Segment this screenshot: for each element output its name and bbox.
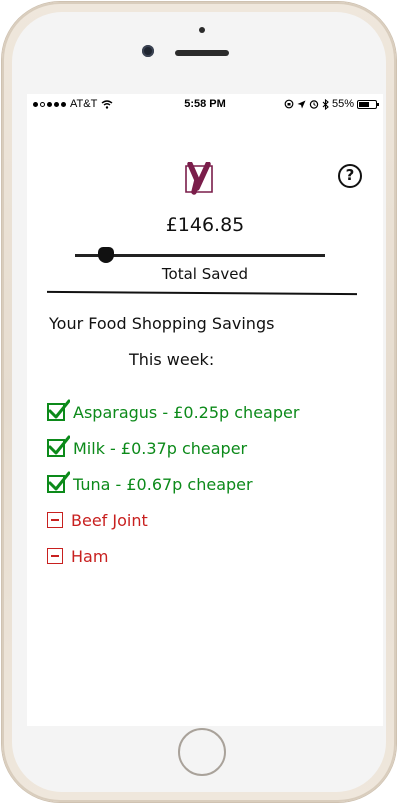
front-sensor [199,27,205,33]
item-label: Ham [71,546,109,566]
phone-frame: AT&T 5:58 PM 55% ? £146.85 Total Saved Y… [2,2,396,802]
list-item[interactable]: Milk - £0.37p cheaper [47,430,377,466]
item-label: Milk - £0.37p cheaper [73,438,248,458]
front-camera [142,45,154,57]
divider [46,290,358,296]
week-subheading: This week: [129,350,215,369]
savings-list: Asparagus - £0.25p cheaper Milk - £0.37p… [47,394,377,574]
list-item[interactable]: Beef Joint [47,502,377,538]
earpiece [175,50,229,56]
location-icon [297,100,306,108]
minus-checkbox-icon[interactable] [47,548,63,564]
help-icon[interactable]: ? [338,164,362,188]
list-item[interactable]: Asparagus - £0.25p cheaper [47,394,377,430]
list-item[interactable]: Ham [47,538,377,574]
status-right: 55% [284,98,379,110]
total-saved-label: Total Saved [161,265,249,283]
home-button[interactable] [178,728,226,776]
total-saved-amount: £146.85 [165,214,245,236]
item-label: Tuna - £0.67p cheaper [73,474,253,494]
orientation-lock-icon [284,99,294,109]
savings-heading: Your Food Shopping Savings [49,314,275,333]
minus-checkbox-icon[interactable] [47,512,63,528]
status-bar: AT&T 5:58 PM 55% [27,94,383,114]
screen: AT&T 5:58 PM 55% ? £146.85 Total Saved Y… [27,94,383,726]
checked-checkbox-icon[interactable] [47,435,70,457]
list-item[interactable]: Tuna - £0.67p cheaper [47,466,377,502]
battery-icon [357,99,379,109]
slider-thumb[interactable] [98,247,114,263]
checked-checkbox-icon[interactable] [47,399,70,421]
battery-percent: 55% [331,98,354,110]
item-label: Beef Joint [71,510,148,530]
checked-checkbox-icon[interactable] [47,471,70,493]
bluetooth-icon [322,98,329,110]
item-label: Asparagus - £0.25p cheaper [73,402,300,422]
savings-slider[interactable] [75,246,325,266]
alarm-icon [309,100,319,109]
app-logo-icon [185,162,213,195]
